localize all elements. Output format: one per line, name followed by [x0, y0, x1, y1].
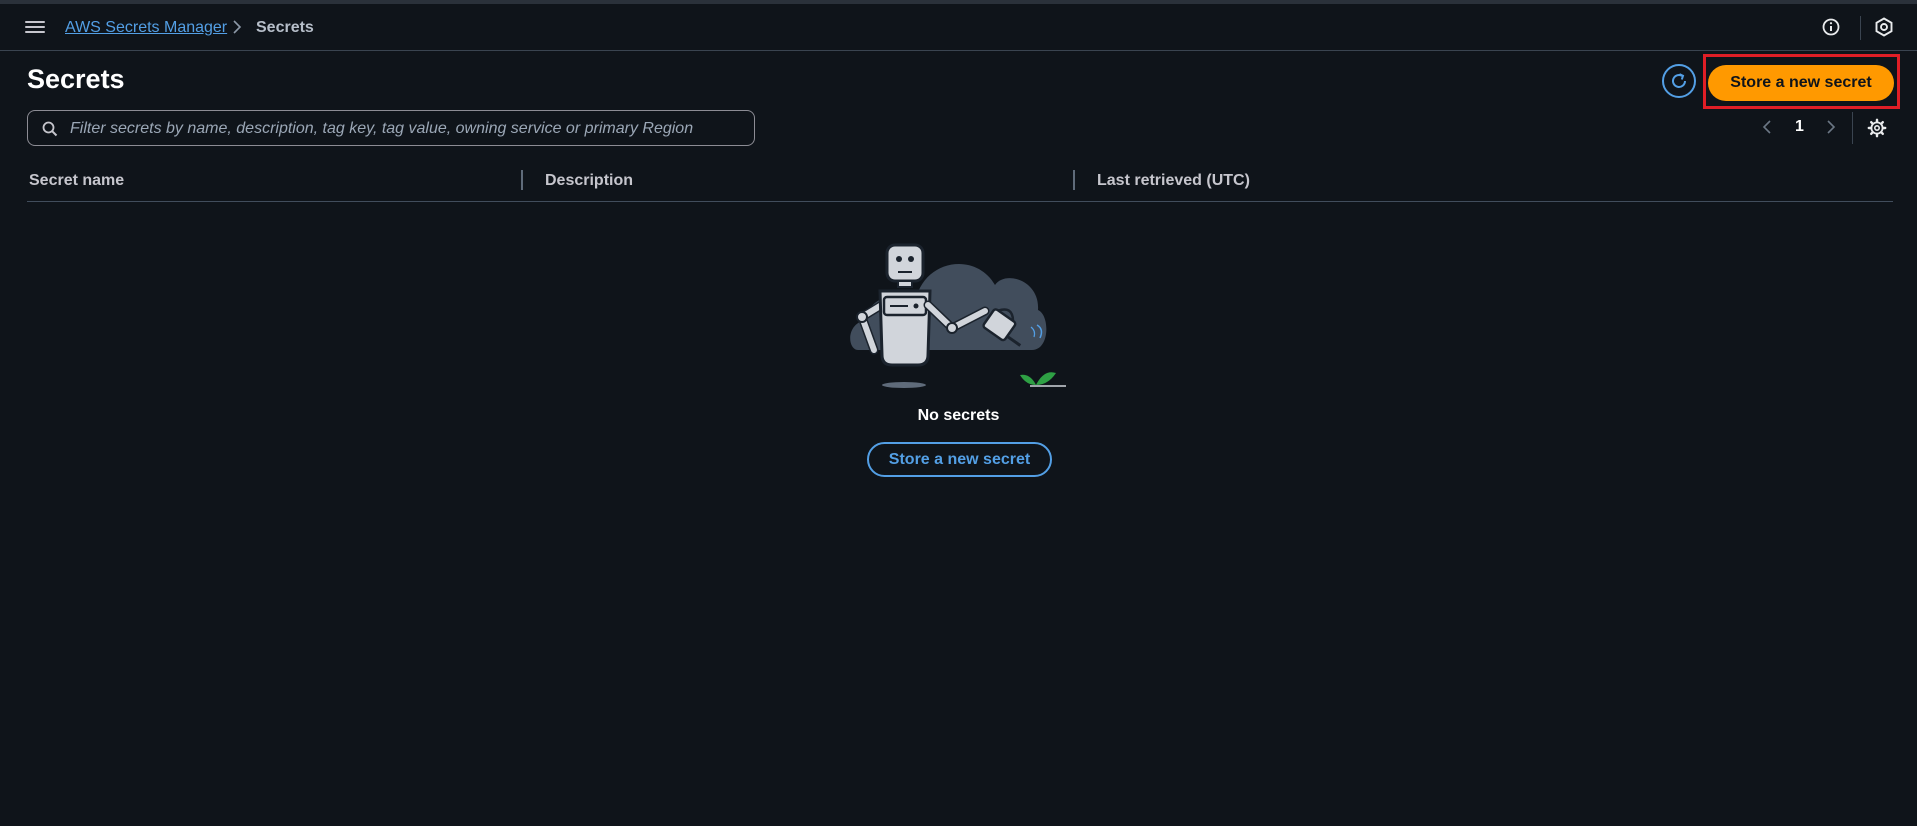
refresh-icon: [1672, 73, 1686, 88]
table-header-divider: [27, 201, 1893, 202]
column-header-description[interactable]: Description: [545, 172, 633, 190]
pagination-divider: [1852, 112, 1853, 144]
column-resizer[interactable]: [1073, 170, 1075, 190]
page-number[interactable]: 1: [1795, 118, 1804, 136]
breadcrumb-bar: AWS Secrets Manager Secrets: [0, 4, 1917, 51]
next-page-icon[interactable]: [1825, 118, 1837, 141]
breadcrumb-link-secrets-manager[interactable]: AWS Secrets Manager: [65, 19, 227, 37]
filter-input[interactable]: [68, 111, 742, 147]
hamburger-menu-icon[interactable]: [24, 18, 46, 36]
page-title: Secrets: [27, 64, 125, 94]
refresh-button[interactable]: [1662, 64, 1696, 98]
empty-state-title: No secrets: [917, 407, 1000, 424]
store-new-secret-button[interactable]: Store a new secret: [1708, 65, 1894, 101]
column-header-last-retrieved[interactable]: Last retrieved (UTC): [1097, 172, 1250, 190]
info-icon[interactable]: [1822, 18, 1840, 36]
settings-icon[interactable]: [1874, 17, 1894, 37]
filter-box: [27, 110, 755, 147]
empty-state-robot-illustration: [840, 225, 1070, 400]
breadcrumb-current: Secrets: [256, 19, 314, 36]
toolbar-divider: [1860, 16, 1861, 40]
empty-state-store-secret-button[interactable]: Store a new secret: [867, 442, 1052, 477]
search-icon: [42, 121, 58, 142]
column-resizer[interactable]: [521, 170, 523, 190]
column-header-secret-name[interactable]: Secret name: [29, 172, 124, 190]
gear-icon[interactable]: [1867, 118, 1887, 138]
breadcrumb-separator-icon: [231, 18, 243, 41]
previous-page-icon[interactable]: [1761, 118, 1773, 141]
